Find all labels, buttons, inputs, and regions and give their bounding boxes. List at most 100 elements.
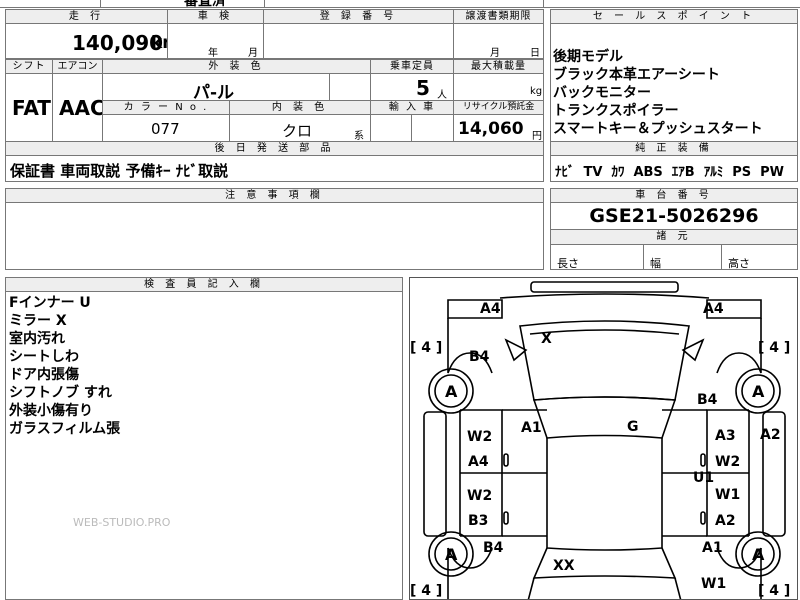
inspector-line: 室内汚れ bbox=[9, 331, 65, 347]
bracket-top-left: [ 4 ] bbox=[410, 340, 443, 356]
aircon-header: エアコン bbox=[52, 59, 103, 74]
aircon-cell: AAC bbox=[52, 73, 103, 142]
import-cell-2 bbox=[411, 114, 454, 142]
top-strip-divider-2 bbox=[264, 0, 265, 8]
damage-a2-right-2: A2 bbox=[715, 513, 736, 529]
sales-point-item: トランクスポイラー bbox=[553, 103, 679, 119]
inspector-line: ガラスフィルム張 bbox=[9, 421, 121, 437]
inspector-line: Fインナー U bbox=[9, 295, 91, 311]
interior-header: 内 装 色 bbox=[229, 100, 371, 115]
damage-a1-center: A1 bbox=[521, 420, 542, 436]
interior-cell: クロ 系 bbox=[229, 114, 371, 142]
chassis-value: GSE21-5026296 bbox=[589, 205, 759, 227]
max-load-unit: kg bbox=[530, 86, 543, 97]
inspection-month-unit: 月 bbox=[248, 48, 258, 59]
transfer-cell: 月 日 bbox=[453, 23, 544, 59]
parts-header: 後 日 発 送 部 品 bbox=[5, 141, 544, 156]
damage-a4-top-left: A4 bbox=[480, 301, 501, 317]
damage-a3-right: A3 bbox=[715, 428, 736, 444]
damage-x: X bbox=[541, 331, 552, 347]
equipment-item: ABS bbox=[633, 165, 663, 180]
recycle-header: リサイクル預託金 bbox=[453, 100, 544, 115]
damage-w2-left-1: W2 bbox=[467, 429, 493, 445]
color-no-cell: 077 bbox=[102, 114, 230, 142]
inspector-line: 外装小傷有り bbox=[9, 403, 93, 419]
parts-value: 保証書 車両取説 予備ｷｰ ﾅﾋﾞ取説 bbox=[10, 162, 229, 180]
spec-width-cell: 幅 bbox=[643, 244, 722, 270]
capacity-cell: 5 人 bbox=[370, 73, 454, 101]
color-no-header: カ ラ ー N o . bbox=[102, 100, 230, 115]
bracket-bottom-right: [ 4 ] bbox=[758, 583, 791, 599]
exterior-header: 外 装 色 bbox=[102, 59, 371, 74]
tire-front-right: A bbox=[752, 382, 765, 401]
top-strip: 審査済 bbox=[0, 0, 800, 9]
damage-a1-rear-right: A1 bbox=[702, 540, 723, 556]
spec-length-label: 長さ bbox=[557, 257, 579, 270]
tire-front-left: A bbox=[445, 382, 458, 401]
transfer-month-unit: 月 bbox=[490, 48, 500, 59]
top-strip-divider-3 bbox=[543, 0, 544, 8]
chassis-header: 車 台 番 号 bbox=[550, 188, 798, 203]
damage-xx: XX bbox=[553, 558, 575, 574]
damage-b4-front-left: B4 bbox=[469, 349, 490, 365]
mileage-cell: 140,090 km bbox=[5, 23, 168, 59]
equipment-cell: ﾅﾋﾞ TV ｶﾜ ABS ｴｱB ｱﾙﾐ PS PW bbox=[550, 155, 798, 182]
mileage-value: 140,090 bbox=[72, 31, 164, 55]
equipment-header: 純 正 装 備 bbox=[550, 141, 798, 156]
inspection-year-unit: 年 bbox=[208, 48, 218, 59]
tire-rear-right: A bbox=[752, 545, 765, 564]
equipment-item: TV bbox=[583, 165, 603, 180]
spec-height-label: 高さ bbox=[728, 257, 750, 270]
spec-height-cell: 高さ bbox=[721, 244, 798, 270]
equipment-item: ﾅﾋﾞ bbox=[555, 165, 575, 180]
notes-header: 注 意 事 項 欄 bbox=[5, 188, 544, 203]
damage-a4-top-right: A4 bbox=[703, 301, 724, 317]
top-strip-divider-1 bbox=[100, 0, 101, 8]
bracket-top-right: [ 4 ] bbox=[758, 340, 791, 356]
equipment-item: ｴｱB bbox=[671, 165, 695, 180]
parts-cell: 保証書 車両取説 予備ｷｰ ﾅﾋﾞ取説 bbox=[5, 155, 544, 182]
equipment-list: ﾅﾋﾞ TV ｶﾜ ABS ｴｱB ｱﾙﾐ PS PW bbox=[555, 161, 784, 180]
inspector-header: 検 査 員 記 入 欄 bbox=[5, 277, 403, 292]
damage-a4-left: A4 bbox=[468, 454, 489, 470]
sales-point-item: 後期モデル bbox=[553, 49, 623, 65]
exterior-cell: パ-ル bbox=[102, 73, 330, 101]
damage-b3-left: B3 bbox=[468, 513, 489, 529]
exterior-extra-cell bbox=[329, 73, 371, 101]
aircon-value: AAC bbox=[59, 96, 103, 120]
notes-cell bbox=[5, 202, 544, 270]
interior-value: クロ bbox=[282, 122, 313, 140]
transfer-header: 譲渡書類期限 bbox=[453, 9, 544, 24]
equipment-item: ｶﾜ bbox=[611, 165, 625, 180]
damage-u1: U1 bbox=[693, 470, 715, 486]
recycle-cell: 14,060 円 bbox=[453, 114, 544, 142]
damage-w1-right-2: W1 bbox=[701, 576, 727, 592]
sales-point-item: ブラック本革エアーシート bbox=[553, 67, 720, 83]
bracket-bottom-left: [ 4 ] bbox=[410, 583, 443, 599]
sales-point-item: バックモニター bbox=[553, 85, 651, 101]
import-header: 輸 入 車 bbox=[370, 100, 454, 115]
mileage-header: 走 行 bbox=[5, 9, 168, 24]
import-cell-1 bbox=[370, 114, 412, 142]
spec-width-label: 幅 bbox=[650, 257, 661, 270]
registration-header: 登 録 番 号 bbox=[263, 9, 454, 24]
shift-value: FAT bbox=[12, 96, 51, 120]
damage-a2-right: A2 bbox=[760, 427, 781, 443]
specs-header: 諸 元 bbox=[550, 229, 798, 245]
inspection-header: 車 検 bbox=[167, 9, 264, 24]
damage-g: G bbox=[627, 419, 639, 435]
sales-points-cell: 後期モデル ブラック本革エアーシート バックモニター トランクスポイラー スマー… bbox=[550, 23, 798, 142]
equipment-item: PS bbox=[732, 165, 752, 180]
inspector-line: シートしわ bbox=[9, 349, 79, 365]
transfer-day-unit: 日 bbox=[530, 48, 540, 59]
interior-suffix: 系 bbox=[354, 131, 364, 142]
tire-rear-left: A bbox=[445, 545, 458, 564]
inspector-line: ドア内張傷 bbox=[9, 367, 79, 383]
capacity-header: 乗車定員 bbox=[370, 59, 454, 74]
max-load-cell: kg bbox=[453, 73, 544, 101]
equipment-item: ｱﾙﾐ bbox=[703, 165, 724, 180]
chassis-cell: GSE21-5026296 bbox=[550, 202, 798, 230]
max-load-header: 最大積載量 bbox=[453, 59, 544, 74]
shift-header: シフト bbox=[5, 59, 53, 74]
sales-point-item: スマートキー＆プッシュスタート bbox=[553, 121, 763, 137]
